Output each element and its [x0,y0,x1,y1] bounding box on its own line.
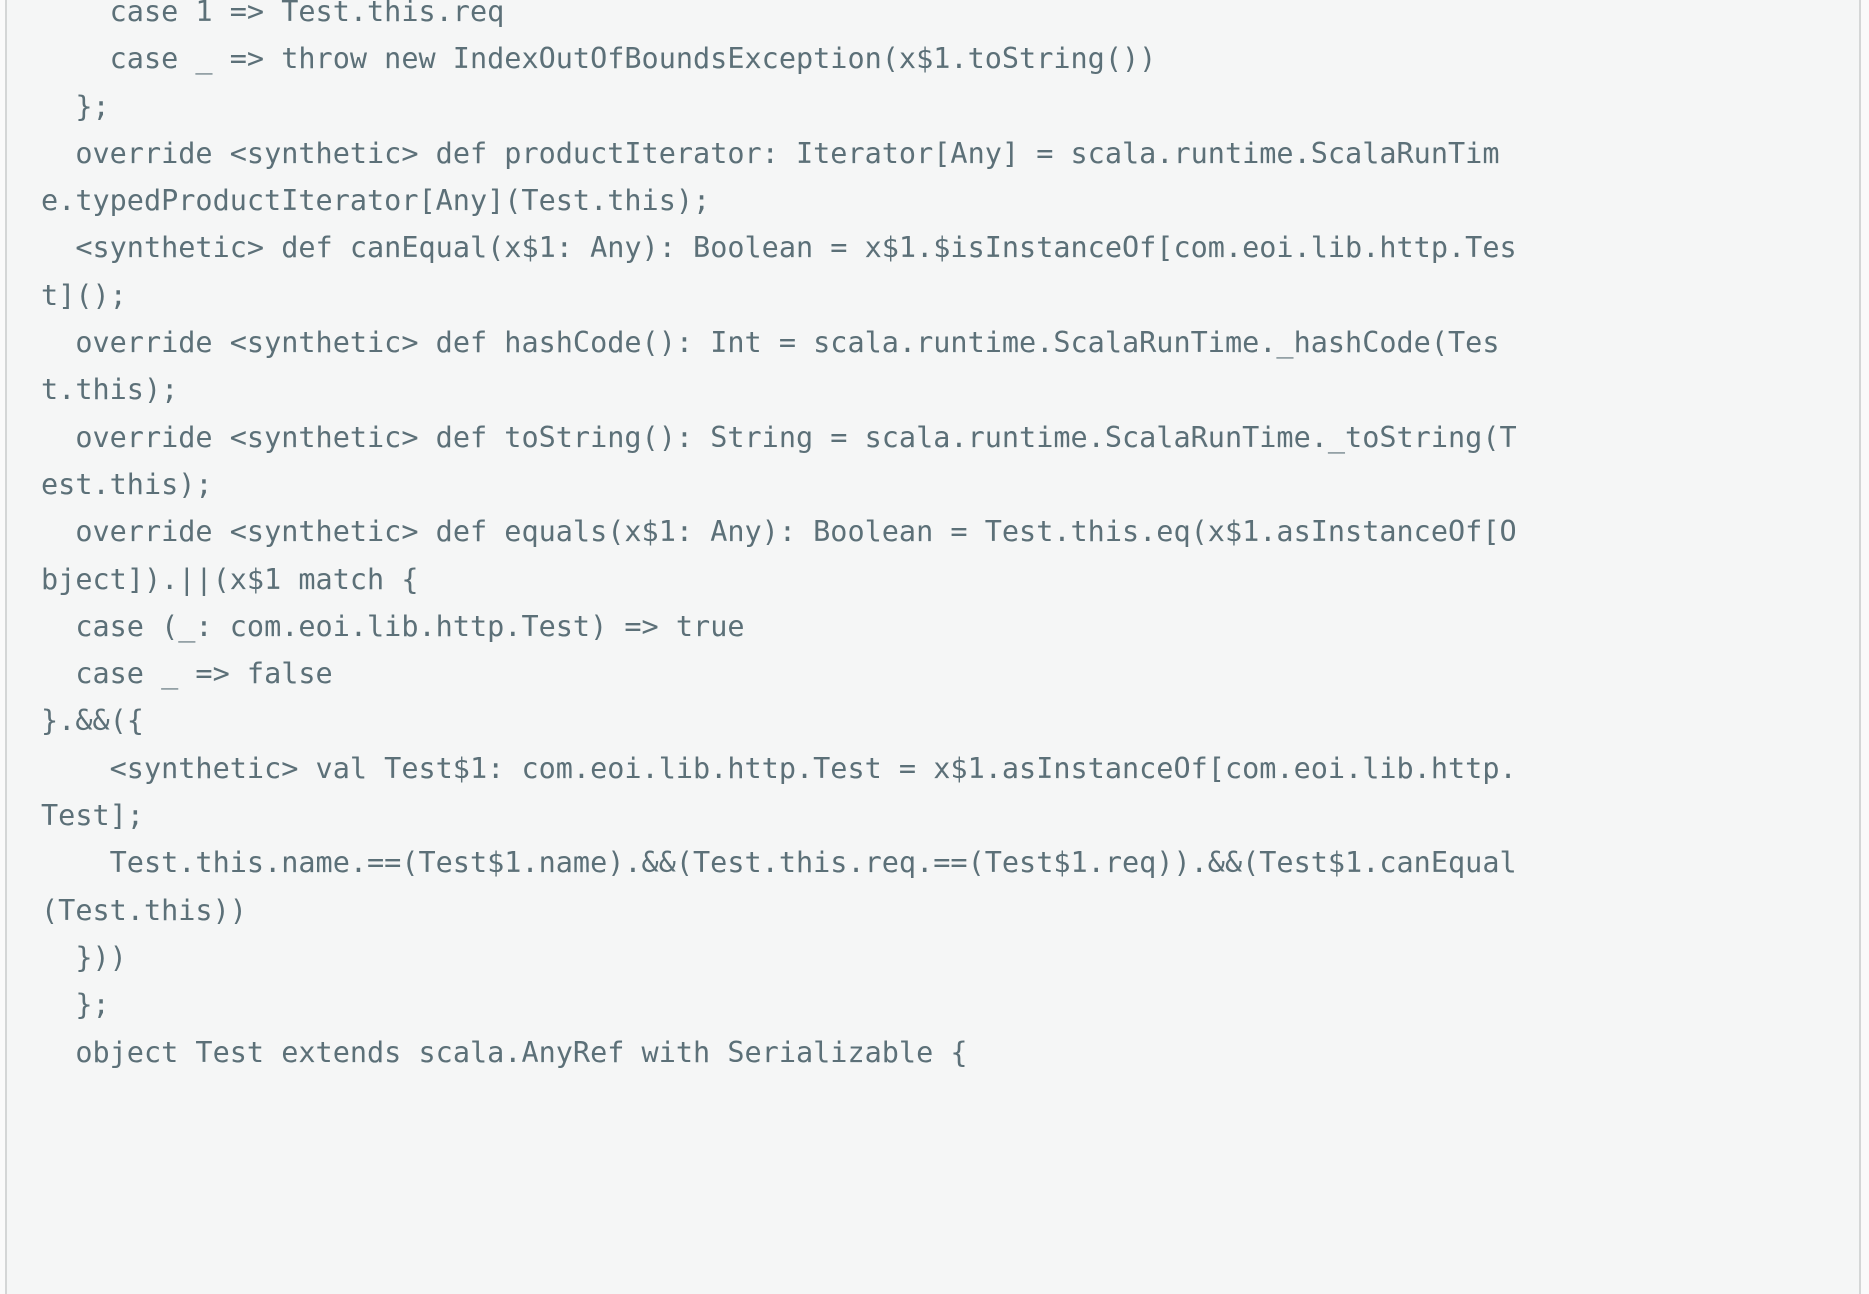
left-border-rule [5,0,7,1294]
code-viewer-panel[interactable]: case 1 => Test.this.req case _ => throw … [0,0,1869,1294]
source-code-block[interactable]: case 1 => Test.this.req case _ => throw … [41,0,1517,1076]
right-border-rule [1859,0,1861,1294]
right-gutter [1861,0,1869,1294]
